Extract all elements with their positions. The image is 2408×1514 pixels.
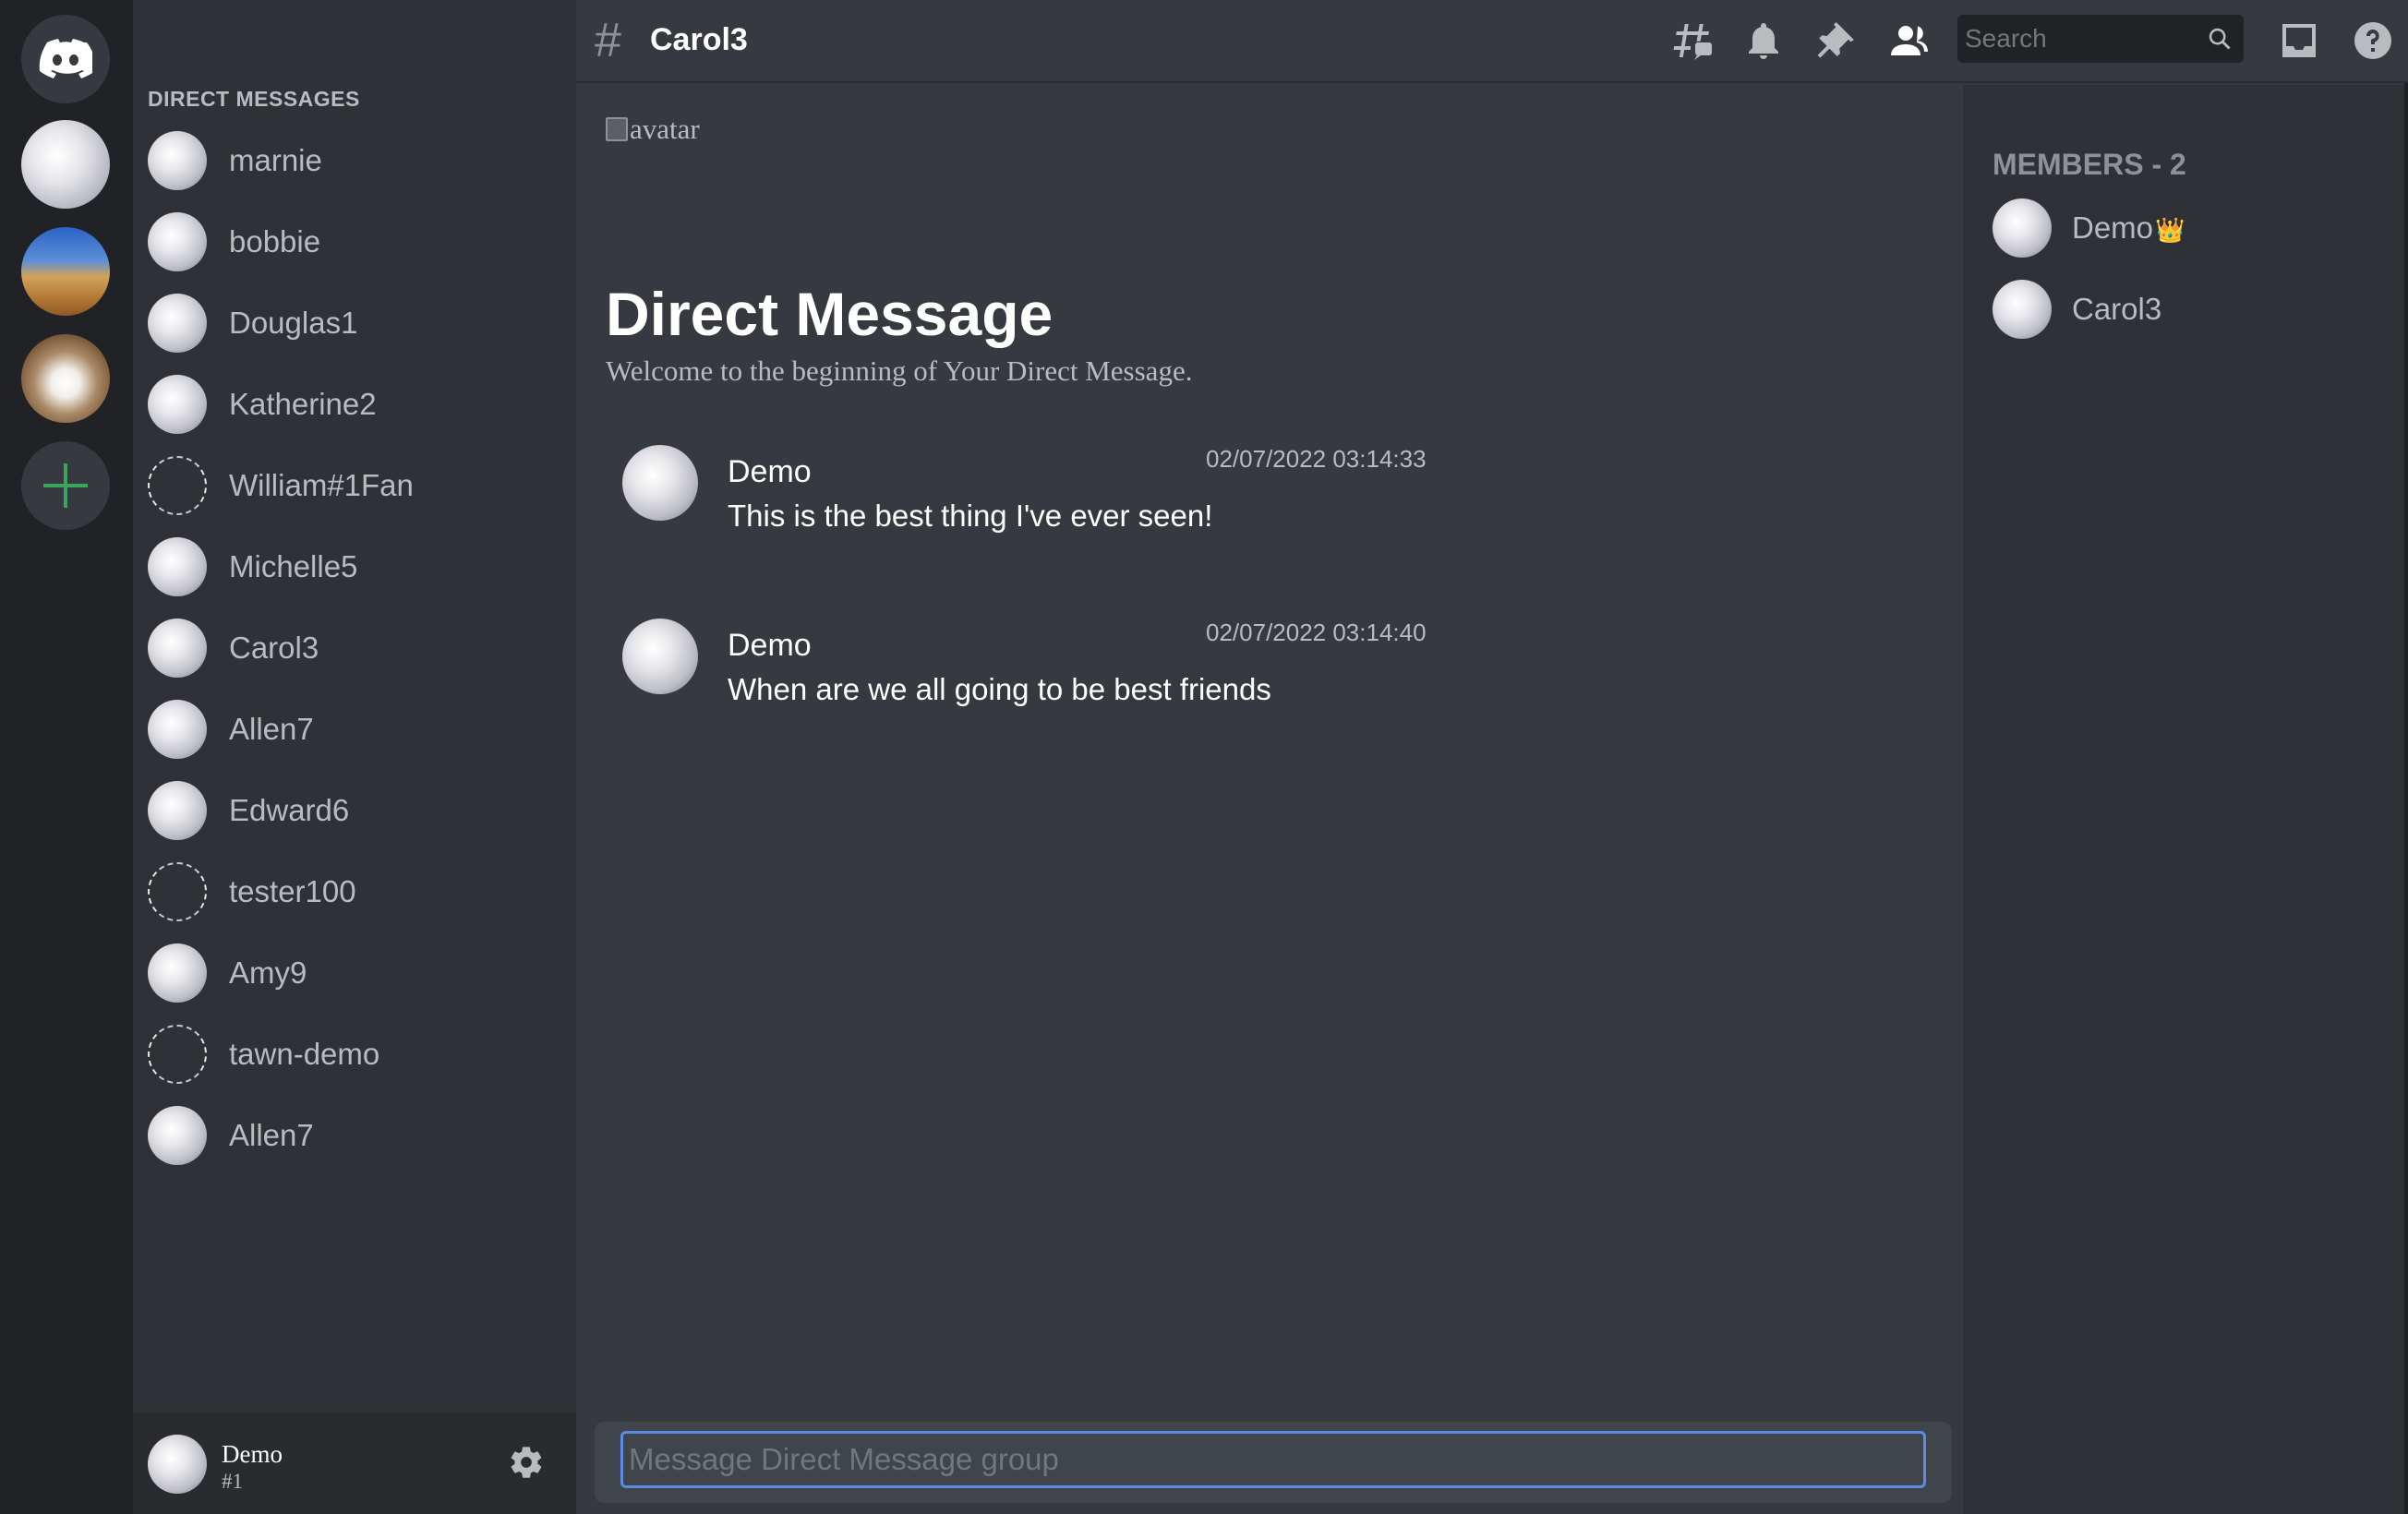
dm-avatar [148,131,207,190]
dm-avatar [148,862,207,921]
dm-avatar [148,537,207,596]
dm-item[interactable]: Douglas1 [148,282,563,364]
dm-list: marnie bobbie Douglas1 Katherine2 William#1F… [148,120,563,1176]
inbox-icon[interactable] [2277,18,2321,63]
message-item: Demo 02/07/2022 03:14:33 This is the bes… [622,445,1472,556]
dm-name: Carol3 [229,631,319,665]
message-author[interactable]: Demo [728,628,812,664]
chat-heading: Direct Message [606,280,1054,348]
crown-icon: 👑 [2155,216,2185,244]
dm-avatar [148,781,207,840]
channel-header: # Carol3 [576,0,2408,83]
search-input[interactable] [1965,24,2196,54]
message-timestamp: 02/07/2022 03:14:33 [1206,445,1427,473]
app-window: DIRECT MESSAGES marnie bobbie Douglas1 Kath… [0,0,2408,1514]
dm-name: Katherine2 [229,387,377,421]
dm-item[interactable]: tawn-demo [148,1014,563,1095]
server-icon-2[interactable] [21,227,110,316]
discord-logo-icon [39,39,92,78]
dm-item[interactable]: Allen7 [148,689,563,770]
help-icon[interactable] [2351,18,2395,63]
search-box[interactable] [1957,15,2244,63]
dm-name: marnie [229,143,322,177]
dm-item[interactable]: Amy9 [148,932,563,1014]
message-composer [595,1422,1952,1503]
threads-icon[interactable] [1669,18,1714,63]
message-timestamp: 02/07/2022 03:14:40 [1206,619,1427,646]
dm-name: Michelle5 [229,549,358,583]
dm-avatar [148,375,207,434]
dm-avatar [148,294,207,353]
channel-title: Carol3 [650,22,748,57]
user-tag: #1 [222,1470,243,1493]
members-title: MEMBERS - 2 [1993,148,2186,181]
dm-item[interactable]: Michelle5 [148,526,563,607]
dm-name: Allen7 [229,1118,314,1152]
dm-name: bobbie [229,224,321,258]
dm-name: Allen7 [229,712,314,746]
gear-icon[interactable] [508,1444,545,1481]
dm-avatar [148,1025,207,1084]
dm-avatar [148,456,207,515]
member-name: Demo👑 [2072,210,2185,246]
dm-name: Edward6 [229,793,350,827]
dm-item[interactable]: Edward6 [148,770,563,851]
dm-name: Amy9 [229,955,307,990]
chat-area: avatar Direct Message Welcome to the beg… [576,85,1963,1412]
broken-image-icon [606,117,628,141]
plus-icon [43,463,88,508]
member-name-text: Demo [2072,210,2154,245]
search-icon [2209,28,2231,50]
server-rail [0,0,133,1514]
dm-sidebar: DIRECT MESSAGES marnie bobbie Douglas1 Kath… [133,0,576,1514]
message-author[interactable]: Demo [728,454,812,490]
window-edge [2404,83,2408,1514]
dm-avatar [148,1106,207,1165]
member-item[interactable]: Demo👑 [1993,198,2185,258]
message-text: This is the best thing I've ever seen! [728,499,1213,533]
chat-welcome-text: Welcome to the beginning of Your Direct … [606,354,1193,387]
server-icon-3[interactable] [21,334,110,423]
member-avatar [1993,280,2052,339]
dm-item[interactable]: bobbie [148,201,563,282]
user-avatar[interactable] [148,1435,207,1494]
member-avatar [1993,198,2052,258]
member-name: Carol3 [2072,292,2162,326]
bell-icon[interactable] [1741,18,1786,63]
message-avatar[interactable] [622,445,698,521]
message-text: When are we all going to be best friends [728,672,1271,706]
broken-avatar-image: avatar [606,113,700,146]
dm-name: Douglas1 [229,306,358,340]
dm-avatar [148,700,207,759]
members-icon[interactable] [1887,18,1932,63]
members-panel: MEMBERS - 2 Demo👑 Carol3 [1963,85,2408,1514]
dm-header: DIRECT MESSAGES [148,87,360,111]
dm-avatar [148,619,207,678]
dm-item[interactable]: tester100 [148,851,563,932]
member-item[interactable]: Carol3 [1993,279,2161,340]
dm-item[interactable]: Allen7 [148,1095,563,1176]
add-server-button[interactable] [21,441,110,530]
message-avatar[interactable] [622,619,698,694]
home-button[interactable] [21,15,110,103]
dm-item[interactable]: marnie [148,120,563,201]
dm-item[interactable]: William#1Fan [148,445,563,526]
dm-avatar [148,212,207,271]
message-input[interactable] [620,1431,1926,1488]
dm-name: William#1Fan [229,468,414,502]
server-icon-1[interactable] [21,120,110,209]
hash-icon: # [595,14,621,67]
user-name: Demo [222,1440,283,1468]
pin-icon[interactable] [1813,18,1858,63]
dm-name: tawn-demo [229,1037,380,1071]
dm-avatar [148,943,207,1003]
dm-name: tester100 [229,874,356,908]
dm-item[interactable]: Katherine2 [148,364,563,445]
message-item: Demo 02/07/2022 03:14:40 When are we all… [622,619,1472,729]
dm-item[interactable]: Carol3 [148,607,563,689]
avatar-alt-text: avatar [630,113,700,145]
user-panel: Demo #1 [133,1412,576,1514]
